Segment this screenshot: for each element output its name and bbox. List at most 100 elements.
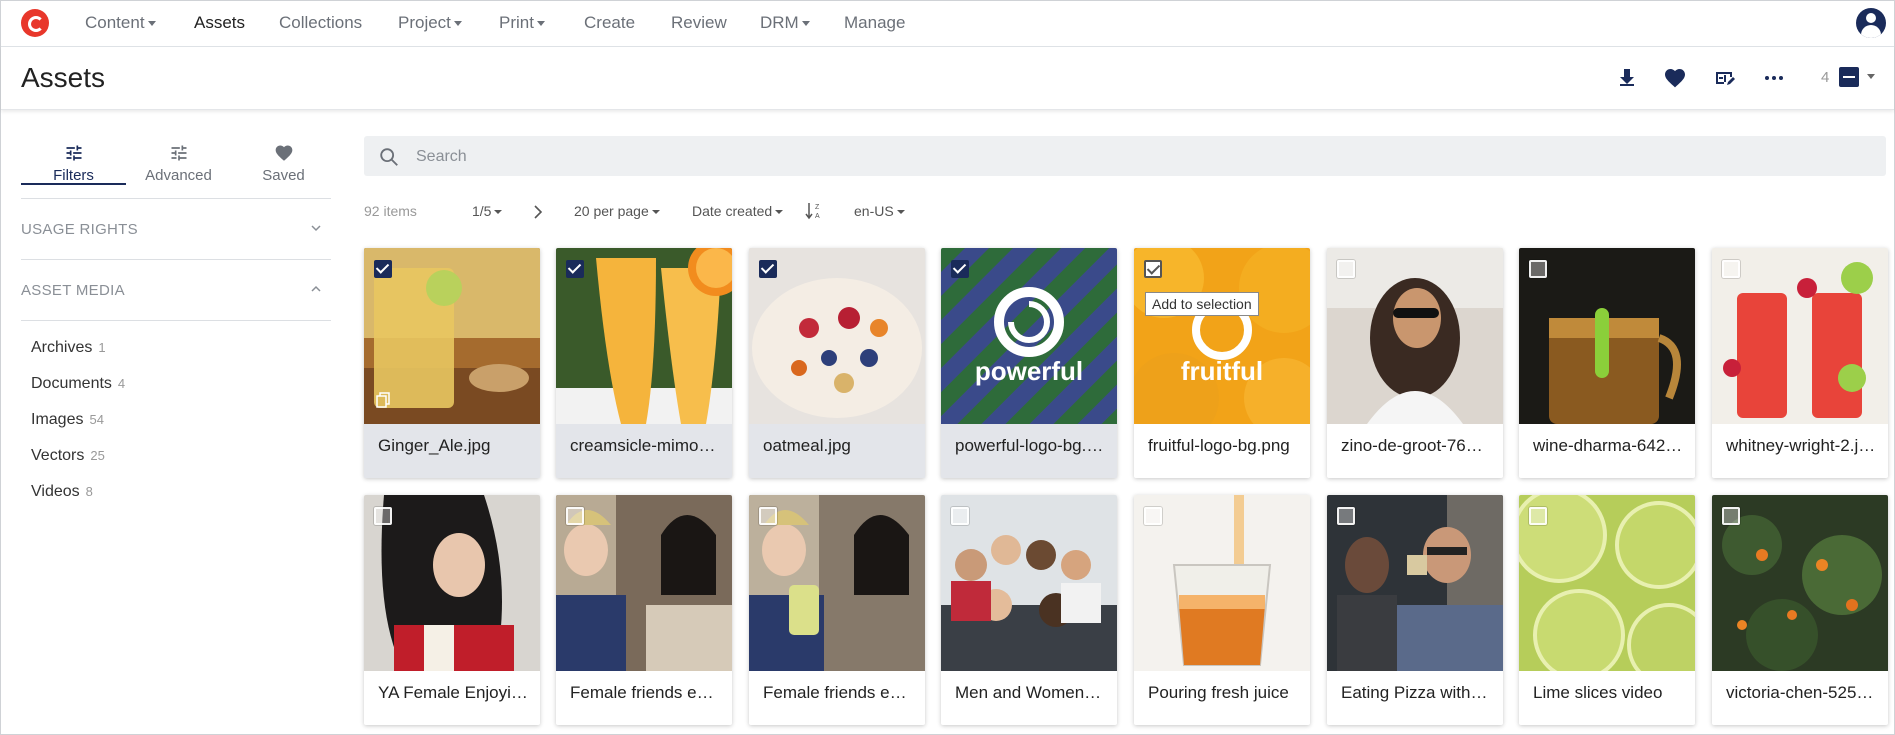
media-label: Videos <box>31 483 80 500</box>
nav-project[interactable]: Project <box>398 13 462 33</box>
nav-print[interactable]: Print <box>499 13 545 33</box>
svg-text:A: A <box>815 213 820 220</box>
asset-card[interactable]: Men and Women at a party <box>941 495 1117 725</box>
top-navigation: Content Assets Collections Project Print… <box>1 1 1894 47</box>
media-label: Images <box>31 411 84 428</box>
select-checkbox[interactable] <box>1144 260 1162 278</box>
asset-name: powerful-logo-bg.png <box>955 436 1105 455</box>
next-page-icon[interactable] <box>533 205 543 219</box>
media-label: Archives <box>31 339 93 356</box>
brand-logo[interactable] <box>21 9 49 37</box>
filter-sidebar: Filters Advanced Saved USAGE RIGHTS ASSE… <box>21 131 331 500</box>
locale-selector[interactable]: en-US <box>854 203 905 219</box>
asset-card[interactable]: fruitful fruitful-logo-bg.png <box>1134 248 1310 478</box>
asset-name: Men and Women at a party <box>955 683 1105 702</box>
tab-advanced[interactable]: Advanced <box>126 143 231 184</box>
asset-card[interactable]: YA Female Enjoying a drink <box>364 495 540 725</box>
asset-name: whitney-wright-2.jpg <box>1726 436 1876 455</box>
select-checkbox[interactable] <box>759 507 777 525</box>
select-checkbox[interactable] <box>951 260 969 278</box>
nav-drm[interactable]: DRM <box>760 13 810 33</box>
asset-card[interactable]: victoria-chen-525.jpg <box>1712 495 1888 725</box>
select-checkbox[interactable] <box>374 507 392 525</box>
tab-saved[interactable]: Saved <box>231 143 336 184</box>
asset-card[interactable]: zino-de-groot-767.jpg <box>1327 248 1503 478</box>
media-count: 25 <box>90 448 105 463</box>
per-page-selector[interactable]: 20 per page <box>574 203 660 219</box>
select-checkbox[interactable] <box>1337 507 1355 525</box>
nav-assets[interactable]: Assets <box>194 13 245 33</box>
copy-icon <box>376 392 390 408</box>
nav-collections[interactable]: Collections <box>279 13 362 33</box>
media-filter-videos[interactable]: Videos 8 <box>31 483 125 519</box>
nav-manage[interactable]: Manage <box>844 13 905 33</box>
page-selector[interactable]: 1/5 <box>472 203 502 219</box>
section-title: ASSET MEDIA <box>21 282 125 299</box>
asset-card[interactable]: Lime slices video <box>1519 495 1695 725</box>
asset-card[interactable]: Ginger_Ale.jpg <box>364 248 540 478</box>
asset-name: Lime slices video <box>1533 683 1663 702</box>
select-checkbox[interactable] <box>374 260 392 278</box>
sort-direction-icon[interactable]: ZA <box>805 201 823 221</box>
active-tab-indicator <box>21 183 126 185</box>
page-header: Assets 4 <box>1 47 1894 110</box>
asset-card[interactable]: Female friends enjoying drinks <box>556 495 732 725</box>
media-filter-documents[interactable]: Documents 4 <box>31 375 125 411</box>
asset-name: creamsicle-mimosa.jpg <box>570 436 720 455</box>
asset-name: Female friends enjoying drinks <box>763 683 913 702</box>
nav-content[interactable]: Content <box>85 13 156 33</box>
deselect-all-checkbox[interactable] <box>1839 67 1859 87</box>
select-checkbox[interactable] <box>1722 507 1740 525</box>
asset-card[interactable]: wine-dharma-642.jpg <box>1519 248 1695 478</box>
nav-review[interactable]: Review <box>671 13 727 33</box>
selection-dropdown-icon[interactable] <box>1867 74 1875 79</box>
asset-card[interactable]: Female friends enjoying drinks <box>749 495 925 725</box>
select-checkbox[interactable] <box>1337 260 1355 278</box>
selected-count: 4 <box>1821 69 1830 86</box>
asset-name: YA Female Enjoying a drink <box>378 683 528 702</box>
asset-media-list: Archives 1 Documents 4 Images 54 Vectors 25 … <box>31 339 125 519</box>
select-checkbox[interactable] <box>759 260 777 278</box>
asset-card[interactable]: Eating Pizza with friends <box>1327 495 1503 725</box>
chevron-up-icon[interactable] <box>311 284 321 294</box>
asset-card[interactable]: creamsicle-mimosa.jpg <box>556 248 732 478</box>
more-icon[interactable] <box>1762 66 1786 90</box>
select-checkbox[interactable] <box>951 507 969 525</box>
asset-card[interactable]: Pouring fresh juice <box>1134 495 1310 725</box>
download-icon[interactable] <box>1615 66 1639 90</box>
media-filter-archives[interactable]: Archives 1 <box>31 339 125 375</box>
heart-icon[interactable] <box>1663 66 1687 90</box>
nav-create[interactable]: Create <box>584 13 635 33</box>
select-checkbox[interactable] <box>1722 260 1740 278</box>
sort-selector[interactable]: Date created <box>692 203 783 219</box>
user-avatar[interactable] <box>1856 8 1886 38</box>
select-checkbox[interactable] <box>566 260 584 278</box>
tab-saved-label: Saved <box>262 167 305 184</box>
select-checkbox[interactable] <box>1144 507 1162 525</box>
sidebar-tabs: Filters Advanced Saved <box>21 131 331 199</box>
usage-rights-section[interactable]: USAGE RIGHTS <box>21 199 331 260</box>
select-checkbox[interactable] <box>1529 260 1547 278</box>
search-bar <box>364 136 1886 178</box>
edit-table-icon[interactable] <box>1713 66 1737 90</box>
tab-filters[interactable]: Filters <box>21 143 126 185</box>
media-count: 54 <box>89 412 104 427</box>
fruitful-logo-text: fruitful <box>1181 356 1263 386</box>
chevron-down-icon[interactable] <box>311 223 321 233</box>
tab-filters-label: Filters <box>53 167 94 184</box>
asset-name: Female friends enjoying drinks <box>570 683 720 702</box>
select-checkbox[interactable] <box>1529 507 1547 525</box>
media-filter-vectors[interactable]: Vectors 25 <box>31 447 125 483</box>
select-checkbox[interactable] <box>566 507 584 525</box>
search-input[interactable] <box>414 136 1818 178</box>
asset-card[interactable]: oatmeal.jpg <box>749 248 925 478</box>
media-filter-images[interactable]: Images 54 <box>31 411 125 447</box>
asset-card[interactable]: powerful powerful-logo-bg.png <box>941 248 1117 478</box>
asset-card[interactable]: whitney-wright-2.jpg <box>1712 248 1888 478</box>
page-title: Assets <box>21 62 106 93</box>
powerful-logo-text: powerful <box>975 356 1083 386</box>
sliders-icon <box>66 145 81 161</box>
media-count: 8 <box>85 484 93 499</box>
asset-name: Pouring fresh juice <box>1148 683 1289 702</box>
asset-media-section[interactable]: ASSET MEDIA <box>21 260 331 321</box>
